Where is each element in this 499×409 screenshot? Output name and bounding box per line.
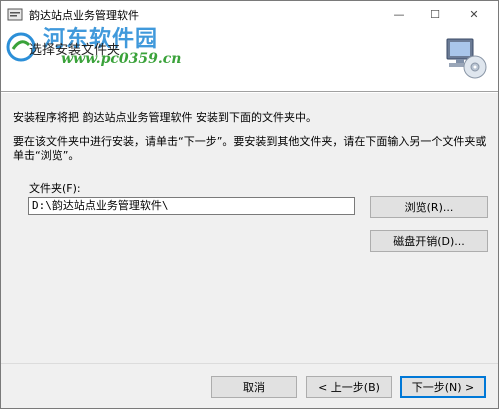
maximize-icon: ☐ bbox=[430, 7, 440, 21]
computer-disc-icon bbox=[446, 38, 487, 79]
close-icon: ✕ bbox=[469, 7, 479, 21]
installer-window: 韵达站点业务管理软件 — ☐ ✕ 河东软件园 选择安装文件夹 www.pc035… bbox=[0, 0, 499, 409]
browse-button[interactable]: 浏览(R)... bbox=[370, 196, 488, 218]
disk-cost-button[interactable]: 磁盘开销(D)... bbox=[370, 230, 488, 252]
folder-path-input[interactable]: D:\韵达站点业务管理软件\ bbox=[28, 197, 355, 215]
installer-app-icon bbox=[7, 8, 23, 21]
cancel-button[interactable]: 取消 bbox=[211, 376, 297, 398]
wizard-header: 河东软件园 选择安装文件夹 www.pc0359.cn bbox=[1, 26, 498, 91]
back-button[interactable]: < 上一步(B) bbox=[306, 376, 392, 398]
folder-label: 文件夹(F): bbox=[29, 182, 81, 195]
next-button[interactable]: 下一步(N) > bbox=[400, 376, 486, 398]
close-button[interactable]: ✕ bbox=[456, 1, 492, 27]
maximize-button[interactable]: ☐ bbox=[417, 1, 453, 27]
instructions-text: 要在该文件夹中进行安装，请单击“下一步”。要安装到其他文件夹，请在下面输入另一个… bbox=[13, 135, 487, 162]
watermark-url: www.pc0359.cn bbox=[61, 51, 182, 67]
wizard-body: 安装程序将把 韵达站点业务管理软件 安装到下面的文件夹中。 要在该文件夹中进行安… bbox=[1, 93, 498, 363]
minimize-icon: — bbox=[393, 7, 405, 21]
minimize-button[interactable]: — bbox=[381, 1, 417, 27]
footer-divider bbox=[1, 363, 498, 364]
intro-text: 安装程序将把 韵达站点业务管理软件 安装到下面的文件夹中。 bbox=[13, 111, 317, 124]
